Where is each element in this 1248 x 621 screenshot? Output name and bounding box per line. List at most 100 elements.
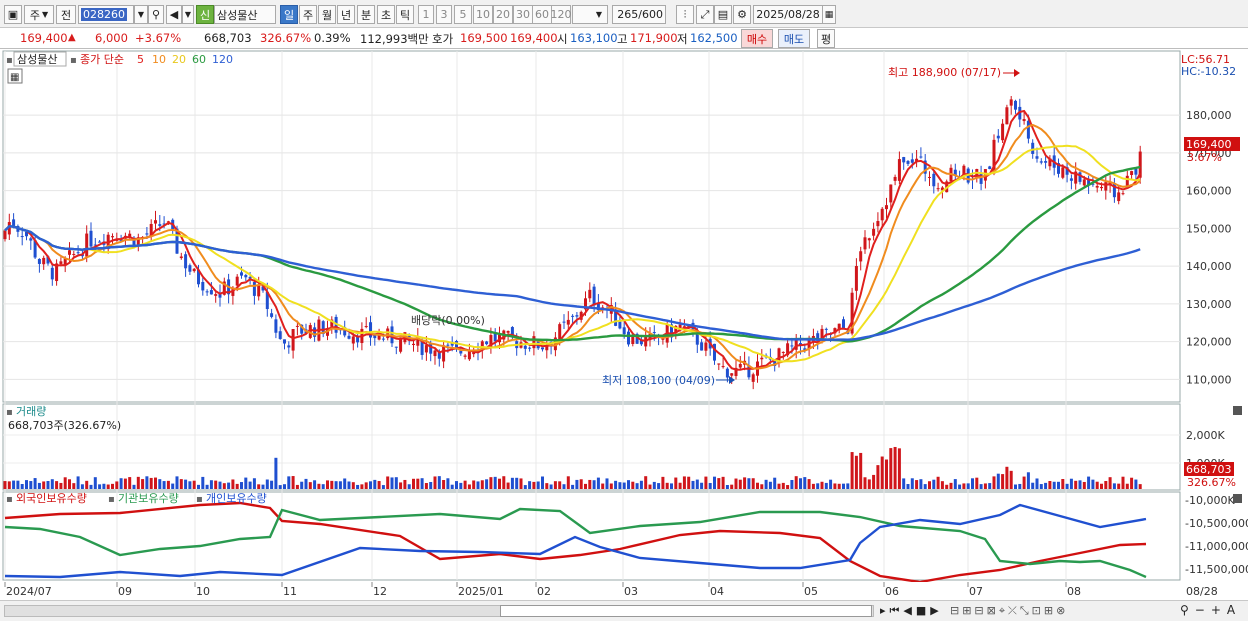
window-icon[interactable]: ▣	[4, 5, 22, 24]
volume-bar	[42, 481, 46, 489]
bid-label: 호가	[432, 32, 454, 46]
volume-bar	[863, 477, 867, 489]
volume-bar	[889, 448, 893, 489]
chart-tool-icons[interactable]: ⊟⊞⊟⊠⌖⤫⤡⊡⊞⊗	[950, 604, 1068, 618]
candle-body	[257, 284, 261, 297]
calendar-icon[interactable]: ▦	[822, 5, 836, 24]
volume-bar	[1048, 481, 1052, 489]
zoom-controls[interactable]: ⚲−+A	[1180, 603, 1241, 617]
ma-5-label: 5	[137, 53, 144, 66]
candle-type-icon[interactable]: ⫶	[676, 5, 694, 24]
speaker-dropdown-icon[interactable]: ▼	[182, 5, 194, 24]
period-tick-tab[interactable]: 틱	[396, 5, 414, 24]
ma-120-label: 120	[212, 53, 233, 66]
volume-bar	[1082, 481, 1086, 489]
line-tool-icon[interactable]: ⤢	[696, 5, 714, 24]
volume-bar	[1074, 480, 1078, 489]
volume-bar	[747, 478, 751, 489]
custom-interval-select[interactable]: ▼	[572, 5, 608, 24]
playback-controls[interactable]: ▸⏮◀■▶	[880, 604, 943, 618]
candle-body	[932, 173, 936, 187]
volume-bar	[618, 482, 622, 489]
volume-bar	[334, 481, 338, 489]
volume-bar	[111, 483, 114, 489]
interval-20[interactable]: 20	[493, 5, 513, 24]
interval-30[interactable]: 30	[513, 5, 533, 24]
code-dropdown-icon[interactable]: ▼	[134, 5, 148, 24]
candle-body	[880, 208, 884, 221]
candle-body	[20, 236, 24, 238]
candle-body	[201, 281, 205, 291]
volume-bar	[76, 476, 80, 489]
interval-5[interactable]: 5	[454, 5, 472, 24]
volume-bar	[360, 484, 364, 489]
prev-button[interactable]: 전	[56, 5, 76, 24]
volume-bar	[1018, 483, 1022, 489]
date-input[interactable]: 2025/08/28	[753, 5, 823, 24]
period-year-tab[interactable]: 년	[337, 5, 355, 24]
volume-bar	[644, 476, 648, 489]
candle-body	[885, 205, 888, 210]
speaker-icon[interactable]: ◀	[166, 5, 182, 24]
volume-bar	[674, 477, 678, 489]
volume-bar	[308, 482, 312, 489]
volume-axis-tick: 2,000K	[1186, 429, 1225, 442]
candle-body	[463, 355, 467, 357]
interval-3[interactable]: 3	[436, 5, 452, 24]
sell-button[interactable]: 매도	[778, 29, 810, 48]
panel-menu-icon[interactable]: ▪	[6, 55, 13, 66]
candle-body	[98, 241, 102, 243]
volume-bar	[850, 452, 854, 489]
volume-bar	[678, 482, 682, 489]
interval-120[interactable]: 120	[551, 5, 572, 24]
period-second-tab[interactable]: 초	[377, 5, 395, 24]
stock-code-input[interactable]: 028260	[78, 5, 134, 24]
period-minute-tab[interactable]: 분	[357, 5, 375, 24]
volume-panel-close-icon[interactable]	[1233, 406, 1242, 415]
period-day-tab[interactable]: 일	[280, 5, 298, 24]
volume-bar	[1052, 481, 1056, 489]
change-pct: +3.67%	[135, 31, 182, 45]
high-annotation: 최고 188,900 (07/17)	[888, 66, 1001, 79]
interval-60[interactable]: 60	[532, 5, 552, 24]
volume-bar	[558, 481, 562, 489]
volume-bar	[347, 481, 351, 489]
volume-bar	[1087, 476, 1091, 489]
scroll-thumb[interactable]	[500, 605, 872, 617]
volume-bar	[829, 479, 833, 489]
candle-body	[528, 347, 532, 349]
chart-area[interactable]: 180,000 170,000 160,000 150,000 140,000 130,0…	[0, 49, 1248, 621]
svg-text:▪: ▪	[6, 494, 13, 505]
type-select[interactable]: 주 ▼	[24, 5, 54, 24]
chevron-down-icon: ▼	[595, 10, 603, 19]
legend-institution: 기관보유수량	[118, 492, 179, 505]
volume-bar	[351, 482, 355, 489]
horizontal-scrollbar[interactable]: ▸⏮◀■▶ ⊟⊞⊟⊠⌖⤫⤡⊡⊞⊗ ⚲−+A	[0, 600, 1248, 621]
stock-name-field[interactable]: 삼성물산	[214, 5, 276, 24]
volume-bar	[601, 483, 605, 489]
gear-icon[interactable]: ⚙	[733, 5, 751, 24]
eval-button[interactable]: 평	[817, 29, 835, 48]
period-month-tab[interactable]: 월	[318, 5, 336, 24]
volume-bar	[923, 484, 927, 489]
open-price: 163,100	[570, 31, 618, 45]
svg-text:▪: ▪	[6, 407, 13, 418]
volume-bar	[399, 482, 403, 489]
save-icon[interactable]: ▤	[714, 5, 732, 24]
period-week-tab[interactable]: 주	[299, 5, 317, 24]
hc-value: HC:-10.32	[1181, 65, 1236, 78]
stock-chart-svg[interactable]: 180,000170,000160,000150,000140,000130,0…	[0, 49, 1248, 601]
volume-bar	[248, 481, 252, 489]
x-axis-label: 12	[373, 585, 387, 598]
volume-bar	[1005, 466, 1009, 489]
volume-bar	[394, 477, 398, 489]
holdings-panel-close-icon[interactable]	[1233, 494, 1242, 503]
interval-1[interactable]: 1	[418, 5, 434, 24]
volume-bar	[773, 477, 777, 489]
count-input[interactable]: 265/600	[612, 5, 666, 24]
volume-bar	[781, 482, 785, 489]
search-icon[interactable]: ⚲	[148, 5, 164, 24]
interval-10[interactable]: 10	[473, 5, 493, 24]
volume-bar	[128, 477, 132, 489]
buy-button[interactable]: 매수	[741, 29, 773, 48]
